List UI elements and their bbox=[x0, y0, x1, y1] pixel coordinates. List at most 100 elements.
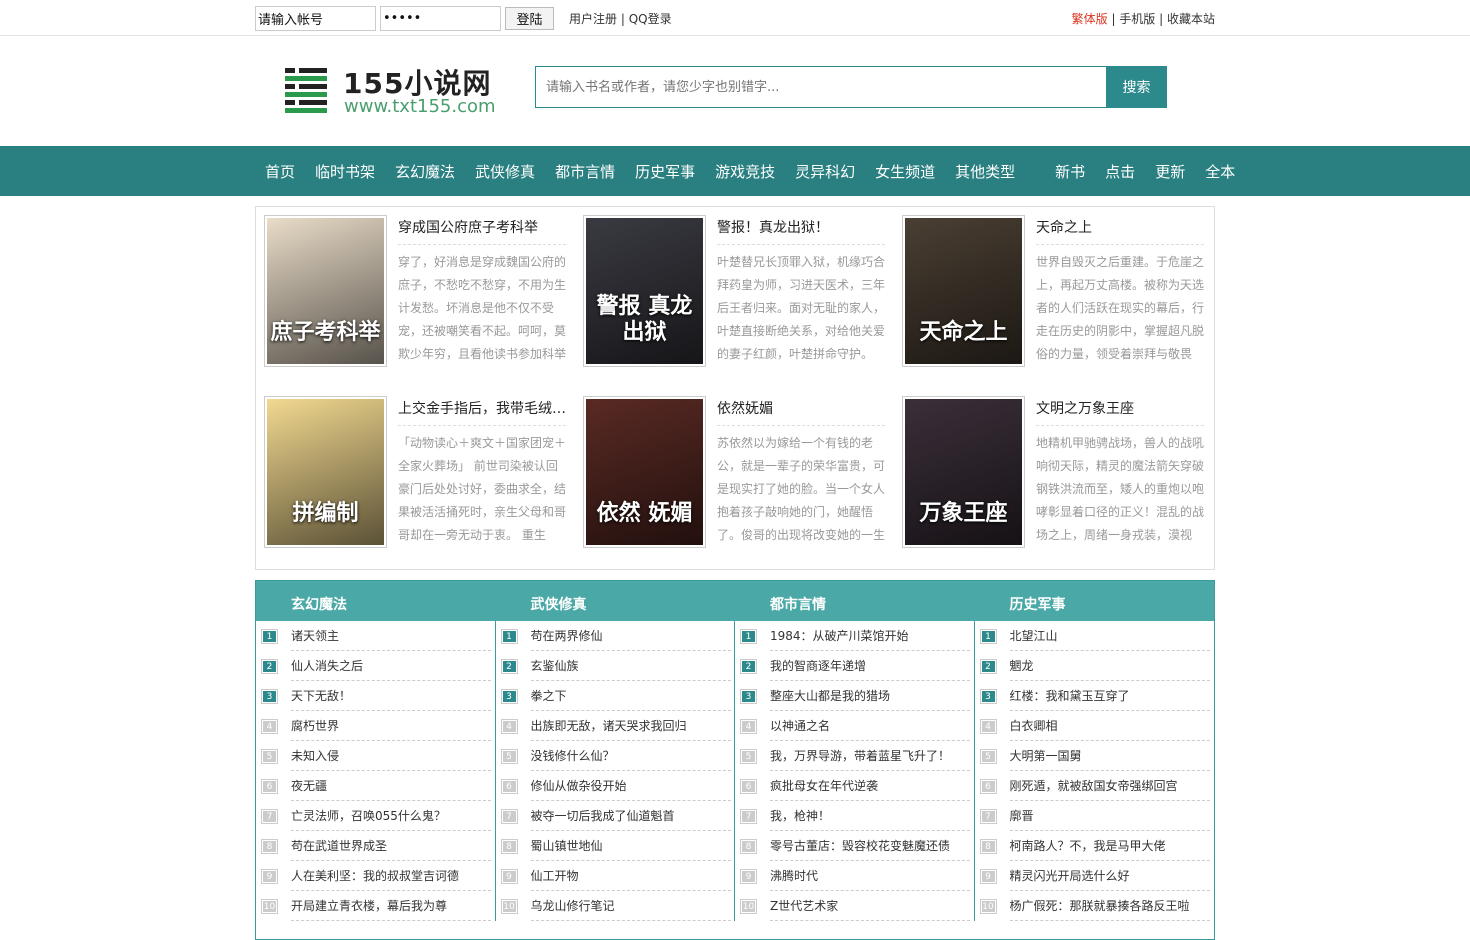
nav-sub-item[interactable]: 点击 bbox=[1095, 161, 1145, 182]
ranking-row: 7 廓晋 bbox=[980, 801, 1215, 831]
search-box bbox=[535, 66, 1107, 108]
book-title[interactable]: 上交金手指后，我带毛绒绒们出道了 bbox=[398, 398, 566, 426]
mobile-link[interactable]: 手机版 bbox=[1119, 12, 1155, 26]
ranking-book-link[interactable]: 杨广假死：那朕就暴揍各路反王啦 bbox=[1009, 891, 1210, 921]
search-button[interactable]: 搜索 bbox=[1106, 66, 1167, 108]
ranking-book-link[interactable]: 苟在武道世界成圣 bbox=[291, 831, 491, 861]
featured-book[interactable]: 警报 真龙出狱 警报！真龙出狱！ 叶楚替兄长顶罪入狱，机缘巧合拜药皇为师，习进天医术… bbox=[583, 215, 887, 369]
book-cover[interactable]: 天命之上 bbox=[902, 215, 1025, 367]
bookmark-link[interactable]: 收藏本站 bbox=[1167, 12, 1215, 26]
ranking-book-link[interactable]: 夜无疆 bbox=[291, 771, 491, 801]
nav-item[interactable]: 武侠修真 bbox=[465, 161, 545, 182]
nav-item[interactable]: 其他类型 bbox=[945, 161, 1025, 182]
book-cover[interactable]: 警报 真龙出狱 bbox=[583, 215, 706, 367]
ranking-book-link[interactable]: 出族即无敌，诸天哭求我回归 bbox=[530, 711, 731, 741]
nav-item[interactable]: 灵异科幻 bbox=[785, 161, 865, 182]
site-logo[interactable]: 155小说网 www.txt155.com bbox=[285, 66, 515, 118]
cover-art: 依然 妩媚 bbox=[586, 399, 703, 545]
book-title[interactable]: 穿成国公府庶子考科举 bbox=[398, 217, 566, 245]
nav-item[interactable]: 游戏竞技 bbox=[705, 161, 785, 182]
ranking-book-link[interactable]: 我，枪神！ bbox=[770, 801, 970, 831]
account-input[interactable] bbox=[255, 6, 376, 31]
ranking-book-link[interactable]: 乌龙山修行笔记 bbox=[530, 891, 731, 921]
featured-book[interactable]: 庶子考科举 穿成国公府庶子考科举 穿了，好消息是穿成魏国公府的庶子，不愁吃不愁穿，不… bbox=[264, 215, 568, 369]
ranking-book-link[interactable]: 北望江山 bbox=[1009, 621, 1210, 651]
ranking-book-link[interactable]: 刚死遁，就被敌国女帝强绑回宫 bbox=[1009, 771, 1210, 801]
rank-number: 1 bbox=[262, 629, 277, 643]
ranking-book-link[interactable]: 大明第一国舅 bbox=[1009, 741, 1210, 771]
book-title[interactable]: 警报！真龙出狱！ bbox=[717, 217, 885, 245]
ranking-book-link[interactable]: 1984：从破产川菜馆开始 bbox=[770, 621, 970, 651]
ranking-title[interactable]: 历史军事 bbox=[975, 581, 1215, 621]
ranking-book-link[interactable]: Z世代艺术家 bbox=[770, 891, 970, 921]
ranking-book-link[interactable]: 白衣卿相 bbox=[1009, 711, 1210, 741]
ranking-book-link[interactable]: 拳之下 bbox=[530, 681, 731, 711]
ranking-book-link[interactable]: 苟在两界修仙 bbox=[530, 621, 731, 651]
book-cover[interactable]: 庶子考科举 bbox=[264, 215, 387, 367]
main-nav: 首页 临时书架 玄幻魔法 武侠修真 都市言情 历史军事 游戏竞技 灵异科幻 女生频道 其他类型 新书… bbox=[0, 146, 1470, 196]
book-cover[interactable]: 万象王座 bbox=[902, 396, 1025, 548]
nav-sub-item[interactable]: 更新 bbox=[1145, 161, 1195, 182]
ranking-book-link[interactable]: 以神通之名 bbox=[770, 711, 970, 741]
nav-sub-item[interactable]: 全本 bbox=[1195, 161, 1245, 182]
ranking-book-link[interactable]: 整座大山都是我的猎场 bbox=[770, 681, 970, 711]
book-cover[interactable]: 依然 妩媚 bbox=[583, 396, 706, 548]
nav-item[interactable]: 玄幻魔法 bbox=[385, 161, 465, 182]
featured-book[interactable]: 依然 妩媚 依然妩媚 苏依然以为嫁给一个有钱的老公，就是一辈子的荣华富贵，可是现实打… bbox=[583, 396, 887, 550]
register-link[interactable]: 用户注册 bbox=[569, 12, 617, 26]
nav-item[interactable]: 临时书架 bbox=[305, 161, 385, 182]
ranking-row: 3 整座大山都是我的猎场 bbox=[741, 681, 974, 711]
ranking-book-link[interactable]: 零号古董店：毁容校花变魅魔还债 bbox=[770, 831, 970, 861]
ranking-row: 7 我，枪神！ bbox=[741, 801, 974, 831]
book-title[interactable]: 天命之上 bbox=[1036, 217, 1204, 245]
ranking-book-link[interactable]: 人在美利坚：我的叔叔堂吉诃德 bbox=[291, 861, 491, 891]
login-button[interactable]: 登陆 bbox=[505, 7, 554, 30]
ranking-book-link[interactable]: 魍龙 bbox=[1009, 651, 1210, 681]
book-title[interactable]: 文明之万象王座 bbox=[1036, 398, 1204, 426]
ranking-title[interactable]: 都市言情 bbox=[735, 581, 975, 621]
search-input[interactable] bbox=[536, 67, 1106, 107]
ranking-book-link[interactable]: 精灵闪光开局选什么好 bbox=[1009, 861, 1210, 891]
book-description: 叶楚替兄长顶罪入狱，机缘巧合拜药皇为师，习进天医术，三年后王者归来。面对无耻的家… bbox=[717, 255, 885, 361]
nav-item[interactable]: 都市言情 bbox=[545, 161, 625, 182]
ranking-book-link[interactable]: 诸天领主 bbox=[291, 621, 491, 651]
qq-login-link[interactable]: QQ登录 bbox=[629, 12, 672, 26]
ranking-title[interactable]: 玄幻魔法 bbox=[256, 581, 496, 621]
ranking-book-link[interactable]: 仙工开物 bbox=[530, 861, 731, 891]
ranking-book-link[interactable]: 没钱修什么仙？ bbox=[530, 741, 731, 771]
book-title[interactable]: 依然妩媚 bbox=[717, 398, 885, 426]
ranking-book-link[interactable]: 沸腾时代 bbox=[770, 861, 970, 891]
ranking-book-link[interactable]: 仙人消失之后 bbox=[291, 651, 491, 681]
nav-item[interactable]: 首页 bbox=[255, 161, 305, 182]
ranking-book-link[interactable]: 柯南路人？不，我是马甲大佬 bbox=[1009, 831, 1210, 861]
ranking-book-link[interactable]: 疯批母女在年代逆袭 bbox=[770, 771, 970, 801]
ranking-book-link[interactable]: 开局建立青衣楼，幕后我为尊 bbox=[291, 891, 491, 921]
ranking-book-link[interactable]: 廓晋 bbox=[1009, 801, 1210, 831]
nav-item[interactable]: 历史军事 bbox=[625, 161, 705, 182]
book-description: 地精机甲驰骋战场，兽人的战吼响彻天际，精灵的魔法箭矢穿破钢铁洪流而至，矮人的重炮… bbox=[1036, 436, 1204, 542]
ranking-book-link[interactable]: 被夺一切后我成了仙道魁首 bbox=[530, 801, 731, 831]
ranking-book-link[interactable]: 亡灵法师，召唤055什么鬼？ bbox=[291, 801, 491, 831]
ranking-book-link[interactable]: 天下无敌！ bbox=[291, 681, 491, 711]
ranking-book-link[interactable]: 我的智商逐年递增 bbox=[770, 651, 970, 681]
featured-book[interactable]: 万象王座 文明之万象王座地精机甲驰骋战场，兽人的战吼响彻天际，精灵的魔法箭矢穿破钢… bbox=[902, 396, 1206, 550]
ranking-book-link[interactable]: 未知入侵 bbox=[291, 741, 491, 771]
ranking-book-link[interactable]: 蜀山镇世地仙 bbox=[530, 831, 731, 861]
rank-number: 1 bbox=[980, 629, 996, 643]
nav-item[interactable]: 女生频道 bbox=[865, 161, 945, 182]
ranking-book-link[interactable]: 修仙从做杂役开始 bbox=[530, 771, 731, 801]
ranking-book-link[interactable]: 玄鉴仙族 bbox=[530, 651, 731, 681]
rank-number: 2 bbox=[262, 659, 277, 673]
ranking-book-link[interactable]: 腐朽世界 bbox=[291, 711, 491, 741]
nav-sub-item[interactable]: 新书 bbox=[1045, 161, 1095, 182]
cover-title: 依然 妩媚 bbox=[596, 501, 693, 526]
ranking-title[interactable]: 武侠修真 bbox=[496, 581, 736, 621]
password-input[interactable] bbox=[380, 6, 501, 31]
ranking-book-link[interactable]: 我，万界导游，带着蓝星飞升了！ bbox=[770, 741, 970, 771]
traditional-link[interactable]: 繁体版 bbox=[1072, 12, 1108, 26]
book-cover[interactable]: 拼编制 bbox=[264, 396, 387, 548]
featured-book[interactable]: 拼编制 上交金手指后，我带毛绒绒们出道了「动物读心＋爽文＋国家团宠＋全家火葬场」 … bbox=[264, 396, 568, 550]
ranking-book-link[interactable]: 红楼：我和黛玉互穿了 bbox=[1009, 681, 1210, 711]
logo-icon bbox=[285, 68, 327, 113]
featured-book[interactable]: 天命之上 天命之上 世界自毁灭之后重建。于危崖之上，再起万丈高楼。被称为天选者的人们… bbox=[902, 215, 1206, 369]
